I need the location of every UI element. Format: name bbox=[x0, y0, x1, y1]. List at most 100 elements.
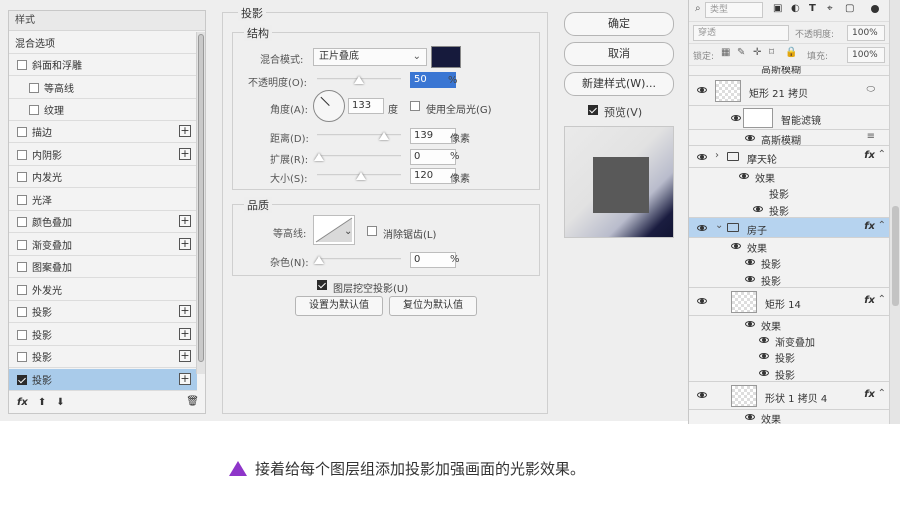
style-item-pattern-overlay[interactable]: 图案叠加 bbox=[9, 256, 197, 278]
eye-icon[interactable] bbox=[697, 392, 707, 398]
layer-row-shape-copy4[interactable]: 形状 1 拷贝 4 fx ⌃ bbox=[689, 382, 889, 410]
fx-icon[interactable]: fx bbox=[864, 295, 875, 306]
add-color-overlay-button[interactable]: + bbox=[179, 215, 191, 227]
eye-icon[interactable] bbox=[745, 276, 755, 282]
fx-icon[interactable]: fx bbox=[864, 150, 875, 161]
gaussian-blur-row[interactable]: 高斯模糊 ≡ bbox=[689, 130, 889, 147]
shadow-color-swatch[interactable] bbox=[431, 46, 461, 68]
eye-icon[interactable] bbox=[759, 337, 769, 343]
noise-slider-knob[interactable] bbox=[314, 256, 324, 264]
pixel-filter-icon[interactable]: ▣ bbox=[773, 3, 782, 14]
layer-row-rect21-copy[interactable]: 矩形 21 拷贝 ⬭ bbox=[689, 76, 889, 106]
eye-icon[interactable] bbox=[759, 370, 769, 376]
filter-kind-select[interactable]: 类型 bbox=[705, 2, 763, 18]
effect-drop-shadow-row[interactable]: 投影 bbox=[689, 200, 889, 218]
style-item-inner-shadow[interactable]: 内阴影 + bbox=[9, 144, 197, 166]
spread-slider[interactable] bbox=[314, 151, 401, 161]
global-light-checkbox[interactable] bbox=[410, 101, 420, 111]
chevron-up-icon[interactable]: ⌃ bbox=[878, 388, 886, 399]
adjustment-filter-icon[interactable]: ◐ bbox=[791, 3, 800, 14]
checkbox[interactable] bbox=[17, 284, 27, 295]
layer-blend-mode-select[interactable]: 穿透 bbox=[693, 25, 789, 41]
blend-mode-select[interactable]: 正片叠底 ⌄ bbox=[313, 48, 427, 66]
cancel-button[interactable]: 取消 bbox=[564, 42, 674, 66]
layer-group-house-selected[interactable]: ⌄ 房子 fx ⌃ bbox=[689, 218, 889, 238]
style-item-contour[interactable]: 等高线 bbox=[9, 77, 197, 99]
lock-artboard-icon[interactable]: ⌑ bbox=[769, 47, 774, 58]
layer-group-ferris-wheel[interactable]: › 摩天轮 fx ⌃ bbox=[689, 146, 889, 168]
filter-options-icon[interactable]: ≡ bbox=[867, 131, 875, 142]
smart-filter-row[interactable]: 智能滤镜 bbox=[689, 106, 889, 130]
fx-icon[interactable]: fx bbox=[864, 389, 875, 400]
add-drop-shadow-button[interactable]: + bbox=[179, 373, 191, 385]
scroll-thumb[interactable] bbox=[198, 34, 204, 362]
add-inner-shadow-button[interactable]: + bbox=[179, 148, 191, 160]
styles-scrollbar[interactable] bbox=[196, 32, 205, 374]
layers-scrollbar[interactable] bbox=[889, 0, 900, 424]
chevron-right-icon[interactable]: › bbox=[715, 150, 719, 161]
checkbox[interactable] bbox=[17, 306, 27, 317]
eye-icon[interactable] bbox=[745, 321, 755, 327]
lock-position-icon[interactable]: ✛ bbox=[753, 47, 761, 58]
move-down-icon[interactable]: ⬇ bbox=[56, 397, 64, 408]
layer-opacity-input[interactable]: 100% bbox=[847, 25, 885, 41]
lock-transparent-icon[interactable]: ▦ bbox=[721, 47, 730, 58]
preview-checkbox[interactable] bbox=[588, 105, 598, 115]
style-item-drop-shadow-2[interactable]: 投影 + bbox=[9, 324, 197, 346]
eye-icon[interactable] bbox=[745, 135, 755, 141]
distance-slider-knob[interactable] bbox=[379, 132, 389, 140]
effect-drop-shadow-row[interactable]: 投影 bbox=[689, 254, 889, 271]
checkbox[interactable] bbox=[17, 261, 27, 272]
checkbox[interactable] bbox=[17, 59, 27, 70]
effect-drop-shadow-row[interactable]: 投影 bbox=[689, 364, 889, 382]
style-item-drop-shadow-3[interactable]: 投影 + bbox=[9, 346, 197, 368]
lock-all-icon[interactable]: 🔒 bbox=[785, 47, 797, 58]
knockout-checkbox[interactable] bbox=[317, 280, 327, 290]
type-filter-icon[interactable]: T bbox=[809, 3, 816, 14]
style-item-gradient-overlay[interactable]: 渐变叠加 + bbox=[9, 234, 197, 256]
chevron-up-icon[interactable]: ⌃ bbox=[878, 294, 886, 305]
opacity-slider-knob[interactable] bbox=[354, 76, 364, 84]
checkbox-checked[interactable] bbox=[17, 374, 27, 385]
reset-default-button[interactable]: 复位为默认值 bbox=[389, 296, 477, 316]
style-item-satin[interactable]: 光泽 bbox=[9, 189, 197, 211]
opacity-slider[interactable] bbox=[317, 74, 401, 84]
layer-effect-row[interactable]: 高斯模糊 bbox=[689, 66, 889, 76]
eye-icon[interactable] bbox=[731, 115, 741, 121]
checkbox[interactable] bbox=[17, 329, 27, 340]
eye-icon[interactable] bbox=[697, 225, 707, 231]
new-style-button[interactable]: 新建样式(W)... bbox=[564, 72, 674, 96]
checkbox[interactable] bbox=[17, 194, 27, 205]
style-item-outer-glow[interactable]: 外发光 bbox=[9, 279, 197, 301]
effect-drop-shadow-row[interactable]: 投影 bbox=[689, 184, 889, 201]
fill-input[interactable]: 100% bbox=[847, 47, 885, 63]
checkbox[interactable] bbox=[17, 239, 27, 250]
checkbox[interactable] bbox=[17, 126, 27, 137]
make-default-button[interactable]: 设置为默认值 bbox=[295, 296, 383, 316]
fx-menu-icon[interactable]: fx bbox=[17, 397, 28, 408]
eye-icon[interactable] bbox=[697, 87, 707, 93]
noise-slider[interactable] bbox=[314, 254, 401, 264]
eye-icon[interactable] bbox=[759, 353, 769, 359]
fx-icon[interactable]: fx bbox=[864, 221, 875, 232]
shape-filter-icon[interactable]: ⌖ bbox=[827, 3, 833, 14]
style-item-inner-glow[interactable]: 内发光 bbox=[9, 166, 197, 188]
checkbox[interactable] bbox=[17, 171, 27, 182]
style-item-stroke[interactable]: 描边 + bbox=[9, 121, 197, 143]
angle-input[interactable]: 133 bbox=[348, 98, 384, 114]
style-item-texture[interactable]: 纹理 bbox=[9, 99, 197, 121]
chevron-down-icon[interactable]: ⌄ bbox=[344, 226, 352, 237]
style-item-blending-options[interactable]: 混合选项 bbox=[9, 32, 197, 54]
move-up-icon[interactable]: ⬆ bbox=[38, 397, 46, 408]
eye-icon[interactable] bbox=[745, 259, 755, 265]
layer-row-rect14[interactable]: 矩形 14 fx ⌃ bbox=[689, 288, 889, 316]
eye-icon[interactable] bbox=[697, 298, 707, 304]
trash-icon[interactable]: 🗑 bbox=[186, 396, 199, 407]
add-drop-shadow-button[interactable]: + bbox=[179, 350, 191, 362]
spread-slider-knob[interactable] bbox=[314, 153, 324, 161]
style-item-drop-shadow-1[interactable]: 投影 + bbox=[9, 301, 197, 323]
scroll-thumb[interactable] bbox=[892, 206, 899, 306]
effect-drop-shadow-row[interactable]: 投影 bbox=[689, 348, 889, 365]
eye-icon[interactable] bbox=[753, 206, 763, 212]
add-stroke-button[interactable]: + bbox=[179, 125, 191, 137]
